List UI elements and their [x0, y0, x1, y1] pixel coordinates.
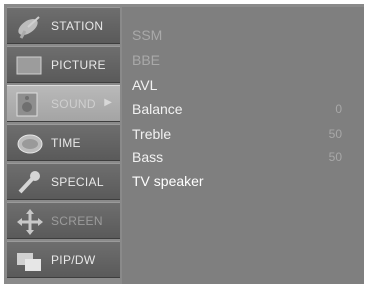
menu-item-bass[interactable]: Bass 50 — [132, 147, 352, 169]
menu-item-treble[interactable]: Treble 50 — [132, 124, 352, 146]
menu-item-label: Bass — [132, 149, 164, 165]
sound-submenu-panel: SSM BBE AVL Balance 0 Treble 50 Bass 50 … — [122, 7, 364, 284]
menu-item-ssm[interactable]: SSM — [132, 25, 352, 47]
main-menu-sidebar: STATION PICTURE SOUND ▶ TIME SPECIAL SCR… — [7, 7, 120, 284]
tab-picture[interactable]: PICTURE — [7, 46, 120, 83]
menu-item-avl[interactable]: AVL — [132, 75, 352, 97]
tab-picture-label: PICTURE — [51, 58, 106, 72]
wrench-icon — [15, 168, 45, 196]
tab-time-label: TIME — [51, 136, 81, 150]
submenu-arrow-icon: ▶ — [104, 97, 112, 108]
menu-item-value: 50 — [328, 150, 342, 164]
tab-screen[interactable]: SCREEN — [7, 202, 120, 239]
pip-icon — [15, 246, 45, 274]
tab-sound[interactable]: SOUND ▶ — [7, 85, 120, 122]
menu-item-label: Treble — [132, 126, 172, 142]
tab-special-label: SPECIAL — [51, 175, 104, 189]
tab-sound-label: SOUND — [51, 97, 96, 111]
tab-special[interactable]: SPECIAL — [7, 163, 120, 200]
tab-station[interactable]: STATION — [7, 7, 120, 44]
menu-item-bbe[interactable]: BBE — [132, 50, 352, 72]
menu-item-label: BBE — [132, 52, 161, 68]
picture-icon — [15, 51, 45, 79]
tab-time[interactable]: TIME — [7, 124, 120, 161]
menu-item-label: TV speaker — [132, 173, 204, 189]
menu-item-label: SSM — [132, 27, 163, 43]
tab-station-label: STATION — [51, 19, 104, 33]
menu-item-label: AVL — [132, 77, 158, 93]
tab-pip-dw[interactable]: PIP/DW — [7, 241, 120, 278]
tab-pip-dw-label: PIP/DW — [51, 253, 96, 267]
speaker-icon — [15, 90, 45, 118]
menu-item-label: Balance — [132, 101, 183, 117]
menu-item-tv-speaker[interactable]: TV speaker — [132, 171, 352, 193]
clock-icon — [15, 129, 45, 157]
tv-osd-menu: STATION PICTURE SOUND ▶ TIME SPECIAL SCR… — [4, 4, 364, 284]
move-arrows-icon — [15, 207, 45, 235]
satellite-dish-icon — [15, 12, 45, 40]
menu-item-value: 50 — [328, 127, 342, 141]
menu-item-balance[interactable]: Balance 0 — [132, 99, 352, 121]
tab-screen-label: SCREEN — [51, 214, 103, 228]
menu-item-value: 0 — [335, 102, 342, 116]
